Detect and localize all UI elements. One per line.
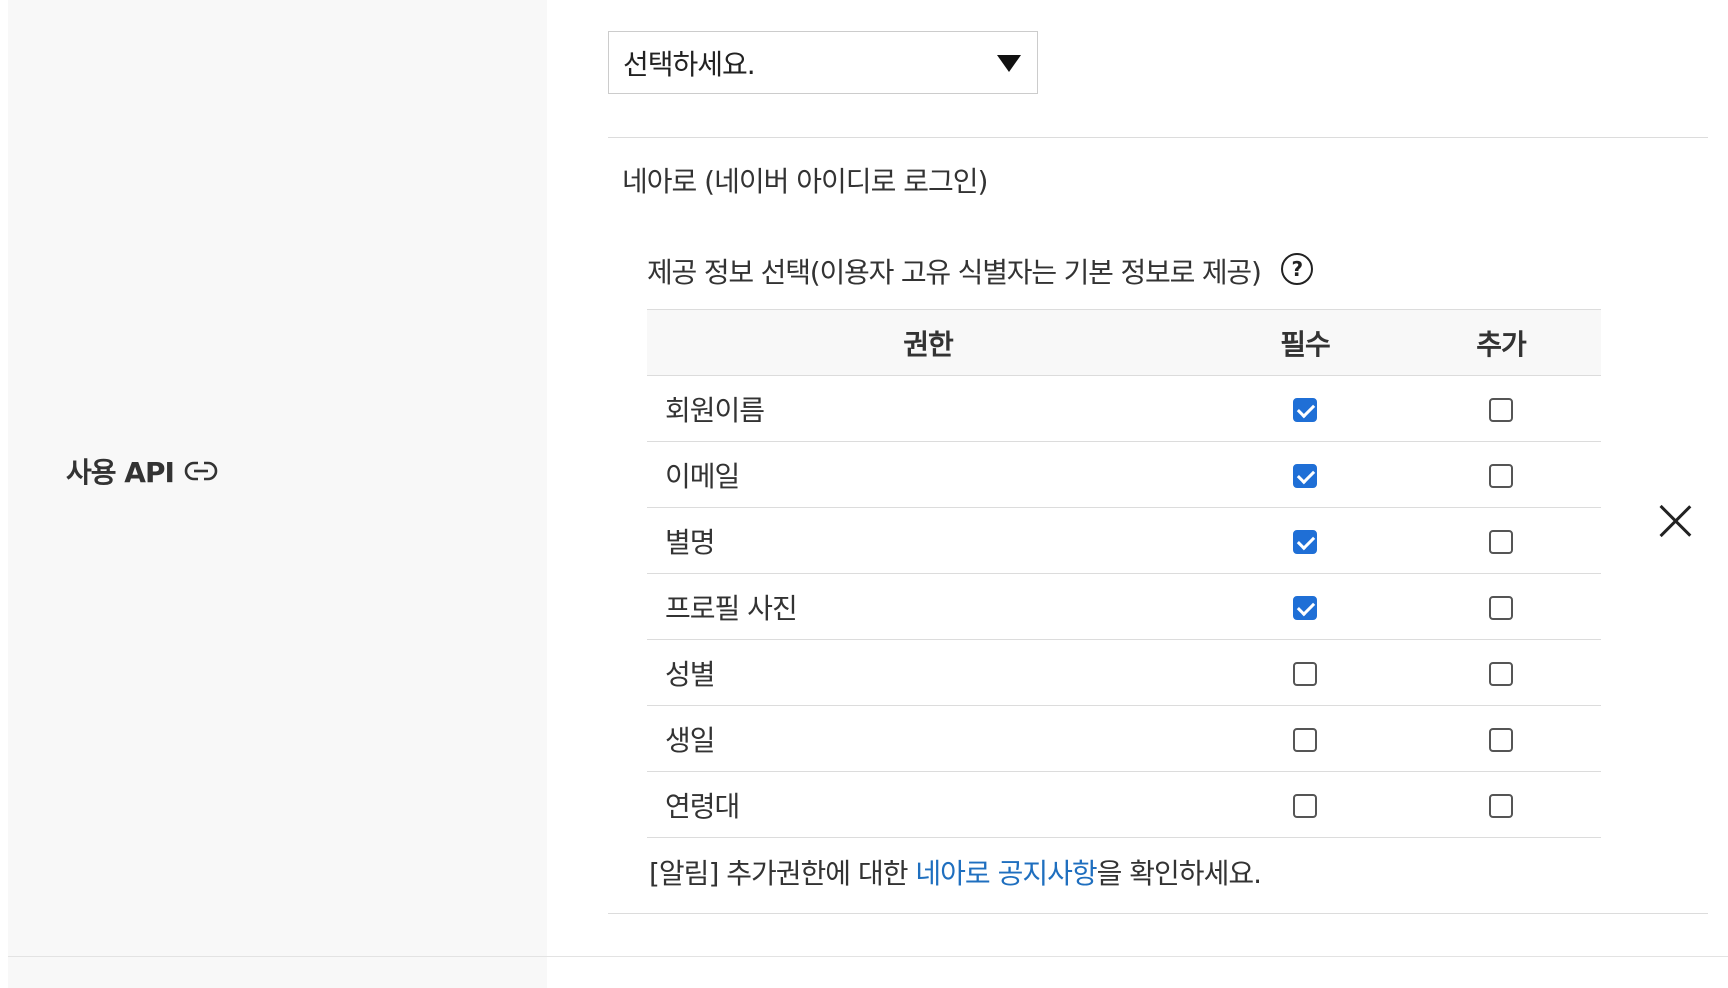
- divider-top: [608, 137, 1708, 138]
- link-icon[interactable]: [184, 460, 218, 482]
- required-checkbox[interactable]: [1293, 398, 1317, 422]
- required-checkbox-cell: [1209, 639, 1401, 706]
- column-header-permission: 권한: [647, 309, 1209, 376]
- permission-name: 성별: [647, 639, 1209, 706]
- permission-name: 프로필 사진: [647, 573, 1209, 640]
- additional-checkbox-cell: [1401, 573, 1601, 640]
- additional-checkbox-cell: [1401, 375, 1601, 442]
- additional-checkbox[interactable]: [1489, 662, 1513, 686]
- notice-prefix: [알림] 추가권한에 대한: [649, 857, 916, 890]
- additional-checkbox-cell: [1401, 771, 1601, 838]
- additional-checkbox-cell: [1401, 441, 1601, 508]
- additional-checkbox[interactable]: [1489, 728, 1513, 752]
- additional-checkbox[interactable]: [1489, 398, 1513, 422]
- additional-checkbox[interactable]: [1489, 596, 1513, 620]
- permission-name: 생일: [647, 705, 1209, 772]
- permission-name: 이메일: [647, 441, 1209, 508]
- permission-table-header: 권한 필수 추가: [647, 309, 1601, 376]
- additional-checkbox-cell: [1401, 507, 1601, 574]
- permission-row: 별명: [647, 507, 1601, 574]
- permission-row: 프로필 사진: [647, 573, 1601, 640]
- required-checkbox-cell: [1209, 705, 1401, 772]
- required-checkbox-cell: [1209, 771, 1401, 838]
- column-header-additional: 추가: [1401, 309, 1601, 376]
- additional-checkbox-cell: [1401, 639, 1601, 706]
- required-checkbox[interactable]: [1293, 530, 1317, 554]
- required-checkbox-cell: [1209, 375, 1401, 442]
- permission-row: 연령대: [647, 771, 1601, 838]
- permission-name: 회원이름: [647, 375, 1209, 442]
- required-checkbox[interactable]: [1293, 794, 1317, 818]
- required-checkbox-cell: [1209, 441, 1401, 508]
- column-header-required: 필수: [1209, 309, 1401, 376]
- additional-checkbox[interactable]: [1489, 464, 1513, 488]
- section-label: 사용 API: [66, 451, 218, 491]
- help-icon[interactable]: ?: [1280, 253, 1313, 285]
- api-select-value: 선택하세요.: [623, 47, 756, 81]
- caret-down-icon: [997, 55, 1021, 72]
- info-selection-title-text: 제공 정보 선택(이용자 고유 식별자는 기본 정보로 제공): [647, 256, 1262, 289]
- permission-row: 회원이름: [647, 375, 1601, 442]
- additional-checkbox[interactable]: [1489, 530, 1513, 554]
- api-settings-area: 선택하세요. 네아로 (네이버 아이디로 로그인) 제공 정보 선택(이용자 고…: [547, 0, 1728, 988]
- notice-text: [알림] 추가권한에 대한 네아로 공지사항을 확인하세요.: [649, 852, 1262, 892]
- required-checkbox[interactable]: [1293, 662, 1317, 686]
- permission-name: 별명: [647, 507, 1209, 574]
- api-name: 네아로 (네이버 아이디로 로그인): [622, 165, 988, 198]
- section-label-text: 사용 API: [66, 456, 175, 489]
- api-select-dropdown[interactable]: 선택하세요.: [608, 31, 1038, 94]
- left-label-panel: [8, 0, 547, 988]
- additional-checkbox[interactable]: [1489, 794, 1513, 818]
- notice-suffix: 을 확인하세요.: [1096, 857, 1262, 890]
- permission-row: 생일: [647, 705, 1601, 772]
- permission-row: 성별: [647, 639, 1601, 706]
- notice-link[interactable]: 네아로 공지사항: [915, 857, 1097, 890]
- required-checkbox[interactable]: [1293, 596, 1317, 620]
- permission-table: 권한 필수 추가 회원이름 이메일 별명 프로필 사진 성별 생일 연령대: [647, 309, 1601, 838]
- divider-bottom: [608, 913, 1708, 914]
- permission-row: 이메일: [647, 441, 1601, 508]
- required-checkbox-cell: [1209, 573, 1401, 640]
- required-checkbox[interactable]: [1293, 728, 1317, 752]
- required-checkbox[interactable]: [1293, 464, 1317, 488]
- close-icon[interactable]: [1658, 504, 1692, 538]
- permission-name: 연령대: [647, 771, 1209, 838]
- additional-checkbox-cell: [1401, 705, 1601, 772]
- info-selection-title: 제공 정보 선택(이용자 고유 식별자는 기본 정보로 제공) ?: [647, 251, 1313, 291]
- required-checkbox-cell: [1209, 507, 1401, 574]
